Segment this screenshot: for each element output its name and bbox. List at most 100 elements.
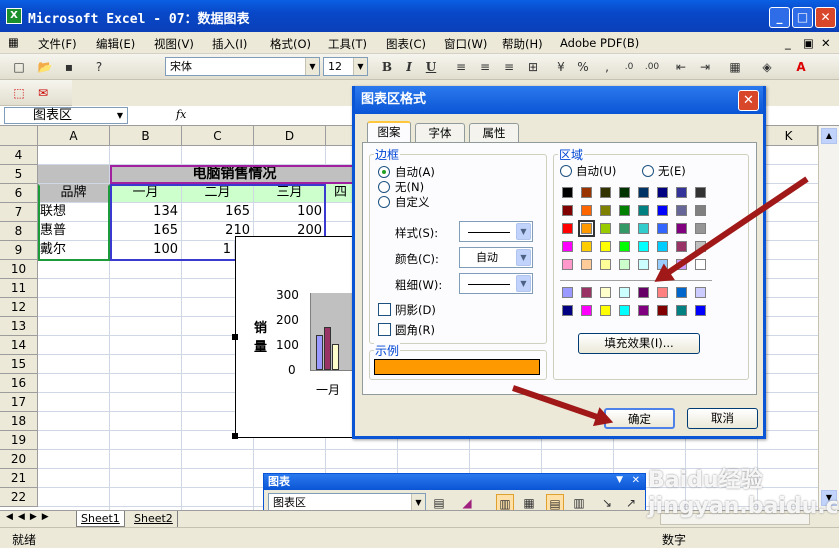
color-swatch[interactable] <box>638 241 649 252</box>
col-header-k[interactable]: K <box>760 126 818 146</box>
select-all-corner[interactable] <box>0 126 38 146</box>
menu-window[interactable]: 窗口(W) <box>444 36 487 52</box>
row-header[interactable]: 5 <box>0 165 38 184</box>
color-swatch[interactable] <box>562 187 573 198</box>
italic-button[interactable]: I <box>400 58 418 76</box>
comma-style-icon[interactable]: , <box>598 58 616 76</box>
color-swatch[interactable] <box>676 241 687 252</box>
align-center-icon[interactable]: ≡ <box>476 58 494 76</box>
menu-format[interactable]: 格式(O) <box>270 36 311 52</box>
row-header[interactable]: 8 <box>0 222 38 241</box>
color-swatch[interactable] <box>581 305 592 316</box>
align-right-icon[interactable]: ≡ <box>500 58 518 76</box>
cancel-button[interactable]: 取消 <box>687 408 758 429</box>
color-swatch[interactable] <box>581 287 592 298</box>
tab-patterns[interactable]: 图案 <box>367 121 411 143</box>
sheet-tab-1[interactable]: Sheet1 <box>76 511 125 527</box>
doc-icon[interactable]: ▦ <box>8 35 19 49</box>
borders-icon[interactable]: ▦ <box>726 58 744 76</box>
fx-icon[interactable]: fx <box>176 108 186 121</box>
color-swatch[interactable] <box>581 205 592 216</box>
color-swatch[interactable] <box>562 259 573 270</box>
increase-decimal-icon[interactable]: .0 <box>620 58 638 76</box>
color-swatch[interactable] <box>676 287 687 298</box>
toolbar-close-icon[interactable]: ✕ <box>632 475 640 486</box>
color-swatch[interactable] <box>695 223 706 234</box>
fill-color-icon[interactable]: ◈ <box>758 58 776 76</box>
color-swatch[interactable] <box>600 187 611 198</box>
color-swatch[interactable] <box>638 187 649 198</box>
chart-bar[interactable] <box>332 344 339 370</box>
color-swatch[interactable] <box>676 305 687 316</box>
color-swatch[interactable] <box>562 241 573 252</box>
border-color-select[interactable]: 自动 ▼ <box>459 247 533 268</box>
menu-insert[interactable]: 插入(I) <box>212 36 247 52</box>
col-header-c[interactable]: C <box>182 126 254 146</box>
color-swatch[interactable] <box>600 205 611 216</box>
col-header-b[interactable]: B <box>110 126 182 146</box>
menu-chart[interactable]: 图表(C) <box>386 36 426 52</box>
chart-bar[interactable] <box>316 335 323 370</box>
chart-area[interactable]: 销量 300 200 100 0 一月 <box>232 236 356 439</box>
col-header-a[interactable]: A <box>38 126 110 146</box>
row-header[interactable]: 7 <box>0 203 38 222</box>
color-swatch[interactable] <box>695 205 706 216</box>
color-swatch[interactable] <box>657 205 668 216</box>
color-swatch[interactable] <box>619 223 630 234</box>
font-select[interactable]: 宋体 ▼ <box>165 57 320 76</box>
pdf-convert-icon[interactable]: ⬚ <box>10 84 28 102</box>
color-swatch[interactable] <box>581 241 592 252</box>
menu-edit[interactable]: 编辑(E) <box>96 36 135 52</box>
round-corners-checkbox[interactable] <box>378 323 391 336</box>
resize-handle[interactable] <box>232 334 238 340</box>
vertical-scrollbar[interactable]: ▲ ▼ <box>818 126 839 510</box>
sheet-nav-arrows-icon[interactable]: ◀◀▶▶ <box>6 512 54 522</box>
color-swatch[interactable] <box>562 287 573 298</box>
row-header[interactable]: 19 <box>0 431 38 450</box>
color-swatch[interactable] <box>619 241 630 252</box>
color-swatch[interactable] <box>657 305 668 316</box>
color-swatch[interactable] <box>600 287 611 298</box>
doc-restore-icon[interactable]: ▣ <box>803 36 814 50</box>
minimize-button[interactable]: _ <box>769 7 790 28</box>
decrease-indent-icon[interactable]: ⇤ <box>672 58 690 76</box>
dialog-close-icon[interactable]: ✕ <box>738 90 759 111</box>
tab-properties[interactable]: 属性 <box>469 123 519 143</box>
row-header[interactable]: 17 <box>0 393 38 412</box>
color-swatch[interactable] <box>638 205 649 216</box>
color-swatch[interactable] <box>695 287 706 298</box>
border-auto-radio[interactable] <box>378 166 390 178</box>
resize-handle[interactable] <box>232 433 238 439</box>
color-swatch[interactable] <box>676 187 687 198</box>
row-header[interactable]: 13 <box>0 317 38 336</box>
help-icon[interactable]: ? <box>90 58 108 76</box>
row-header[interactable]: 16 <box>0 374 38 393</box>
color-swatch[interactable] <box>562 305 573 316</box>
merge-center-icon[interactable]: ⊞ <box>524 58 542 76</box>
toolbar-options-icon[interactable]: ▼ <box>616 475 623 485</box>
increase-indent-icon[interactable]: ⇥ <box>696 58 714 76</box>
row-header[interactable]: 4 <box>0 146 38 165</box>
color-swatch[interactable] <box>695 305 706 316</box>
color-swatch[interactable] <box>695 187 706 198</box>
border-none-radio[interactable] <box>378 181 390 193</box>
color-swatch[interactable] <box>638 223 649 234</box>
doc-close-icon[interactable]: ✕ <box>821 36 831 50</box>
underline-button[interactable]: U <box>422 58 440 76</box>
row-header[interactable]: 6 <box>0 184 38 203</box>
menu-tools[interactable]: 工具(T) <box>328 36 367 52</box>
row-header[interactable]: 22 <box>0 488 38 507</box>
color-swatch[interactable] <box>619 205 630 216</box>
align-left-icon[interactable]: ≡ <box>452 58 470 76</box>
color-swatch[interactable] <box>619 287 630 298</box>
area-none-radio[interactable] <box>642 165 654 177</box>
title-cell-empty[interactable] <box>38 165 110 184</box>
menu-adobe-pdf[interactable]: Adobe PDF(B) <box>560 36 639 50</box>
font-size-select[interactable]: 12 ▼ <box>323 57 368 76</box>
name-box[interactable]: 图表区 ▼ <box>4 107 128 124</box>
chart-bar[interactable] <box>324 327 331 370</box>
color-swatch[interactable] <box>695 259 706 270</box>
maximize-button[interactable]: □ <box>792 7 813 28</box>
row-header[interactable]: 14 <box>0 336 38 355</box>
pdf-email-icon[interactable]: ✉ <box>34 84 52 102</box>
